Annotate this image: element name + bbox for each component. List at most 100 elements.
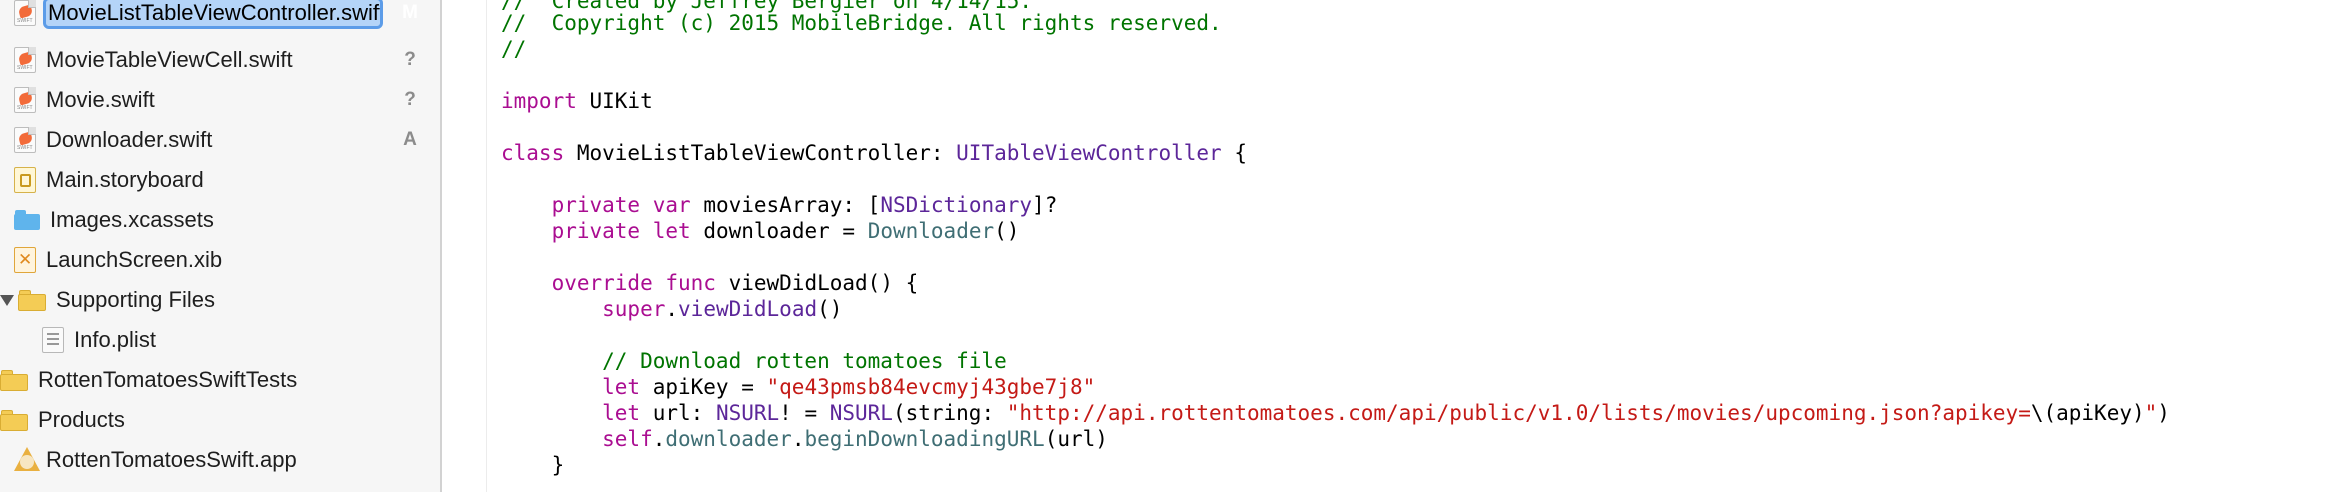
navigator-item[interactable]: Supporting Files <box>0 280 440 320</box>
code-token: () <box>817 297 843 321</box>
code-line[interactable]: // Copyright (c) 2015 MobileBridge. All … <box>501 10 1222 36</box>
code-token: Downloader <box>867 219 995 243</box>
navigator-item-label: MovieTableViewCell.swift <box>46 47 293 72</box>
code-token: NSDictionary <box>880 193 1033 217</box>
code-token: // Copyright (c) 2015 MobileBridge. All … <box>501 11 1222 35</box>
editor-gutter <box>444 0 486 492</box>
code-line[interactable]: private var moviesArray: [NSDictionary]? <box>501 192 1058 218</box>
code-token: { <box>1221 141 1247 165</box>
code-line[interactable]: let apiKey = "qe43pmsb84evcmyj43gbe7j8" <box>501 374 1095 400</box>
code-token: private <box>501 219 641 243</box>
swift-file-icon: SWIFT <box>14 87 36 113</box>
navigator-item[interactable]: Main.storyboard <box>0 160 440 200</box>
code-token: ) <box>2157 401 2170 425</box>
navigator-item-label: LaunchScreen.xib <box>46 247 223 272</box>
code-line[interactable]: self.downloader.beginDownloadingURL(url) <box>501 426 1108 452</box>
code-token: "qe43pmsb84evcmyj43gbe7j8" <box>766 375 1096 399</box>
navigator-item[interactable]: SWIFT Movie.swift? <box>0 80 440 120</box>
code-line[interactable]: override func viewDidLoad() { <box>501 270 919 296</box>
navigator-item-label: MovieListTableViewController.swift <box>43 0 383 29</box>
navigator-item[interactable]: Info.plist <box>0 320 440 360</box>
code-token: viewDidLoad <box>678 297 818 321</box>
code-token: super <box>501 297 666 321</box>
navigator-item[interactable]: SWIFT MovieTableViewCell.swift? <box>0 40 440 80</box>
code-token: downloader = <box>690 219 868 243</box>
swift-file-icon: SWIFT <box>14 127 36 153</box>
code-token: . <box>665 297 679 321</box>
code-token: downloader <box>665 427 792 451</box>
code-token: private <box>501 193 641 217</box>
navigator-item-label: Products <box>38 407 125 432</box>
code-token: (string: <box>892 401 1007 425</box>
asset-catalog-icon <box>14 210 40 230</box>
code-token: NSURL <box>715 401 780 425</box>
source-control-status-badge: ? <box>404 89 416 110</box>
disclosure-triangle-icon[interactable] <box>0 294 14 306</box>
code-token: override <box>501 271 653 295</box>
code-token: () <box>994 219 1020 243</box>
navigator-item[interactable]: SWIFT MovieListTableViewController.swift M <box>0 0 440 33</box>
folder-icon <box>18 289 46 311</box>
navigator-item-label: Info.plist <box>74 327 156 352</box>
code-token: apiKey = <box>640 375 767 399</box>
app-product-icon <box>14 447 40 473</box>
code-token: ]? <box>1032 193 1058 217</box>
folder-icon <box>0 369 28 391</box>
code-token: self <box>501 427 653 451</box>
navigator-item-label: Images.xcassets <box>50 207 214 232</box>
navigator-item-label: RottenTomatoesSwiftTests <box>38 367 298 392</box>
storyboard-file-icon <box>14 167 36 193</box>
code-token: " <box>2144 401 2158 425</box>
navigator-item[interactable]: ✕ LaunchScreen.xib <box>0 240 440 280</box>
code-token: // Download rotten tomatoes file <box>501 349 1007 373</box>
navigator-item[interactable]: RottenTomatoesSwift.app <box>0 440 440 480</box>
code-token: NSURL <box>829 401 893 425</box>
code-token: . <box>652 427 666 451</box>
navigator-item[interactable]: Images.xcassets <box>0 200 440 240</box>
source-control-status-badge: A <box>403 129 417 150</box>
navigator-item[interactable]: Products <box>0 400 440 440</box>
code-token: // <box>501 37 527 61</box>
code-line[interactable]: // <box>501 36 526 62</box>
navigator-item[interactable]: SWIFT Downloader.swift A <box>0 120 440 160</box>
code-token: let <box>501 401 641 425</box>
code-line[interactable]: let url: NSURL! = NSURL(string: "http://… <box>501 400 2170 426</box>
code-token: beginDownloadingURL <box>804 427 1045 451</box>
navigator-item-label: Downloader.swift <box>46 127 213 152</box>
folder-icon <box>0 409 28 431</box>
navigator-item-label: Supporting Files <box>56 287 215 312</box>
code-line[interactable]: class MovieListTableViewController: UITa… <box>501 140 1247 166</box>
plist-file-icon <box>42 327 64 353</box>
code-token: "http://api.rottentomatoes.com/api/publi… <box>1006 401 2031 425</box>
code-token: ! = <box>779 401 830 425</box>
code-token: let <box>652 219 691 243</box>
code-line[interactable]: } <box>501 452 565 478</box>
navigator-item-label: RottenTomatoesSwift.app <box>46 447 297 472</box>
code-token: url: <box>640 401 716 425</box>
code-line[interactable]: import UIKit <box>501 88 653 114</box>
code-token: UITableViewController <box>956 141 1222 165</box>
code-line[interactable]: super.viewDidLoad() <box>501 296 842 322</box>
code-token: UIKit <box>576 89 653 113</box>
source-control-status-badge: ? <box>404 49 416 70</box>
navigator-item[interactable]: RottenTomatoesSwiftTests <box>0 360 440 400</box>
code-token: let <box>501 375 641 399</box>
code-token: import <box>501 89 577 113</box>
code-token: moviesArray: [ <box>690 193 881 217</box>
swift-file-icon: SWIFT <box>14 0 36 26</box>
code-token: . <box>791 427 805 451</box>
code-token: (url) <box>1044 427 1108 451</box>
swift-file-icon: SWIFT <box>14 47 36 73</box>
code-token: var <box>652 193 691 217</box>
source-control-status-badge: M <box>402 2 418 23</box>
code-editor[interactable]: // Created by Jeffrey Bergier on 4/14/15… <box>486 0 2344 492</box>
code-token: viewDidLoad() { <box>715 271 919 295</box>
code-line[interactable]: // Download rotten tomatoes file <box>501 348 1007 374</box>
code-line[interactable]: private let downloader = Downloader() <box>501 218 1020 244</box>
code-token: \(apiKey) <box>2030 401 2145 425</box>
project-navigator: SWIFT MovieListTableViewController.swift M… <box>0 0 442 492</box>
code-token: } <box>501 453 565 477</box>
